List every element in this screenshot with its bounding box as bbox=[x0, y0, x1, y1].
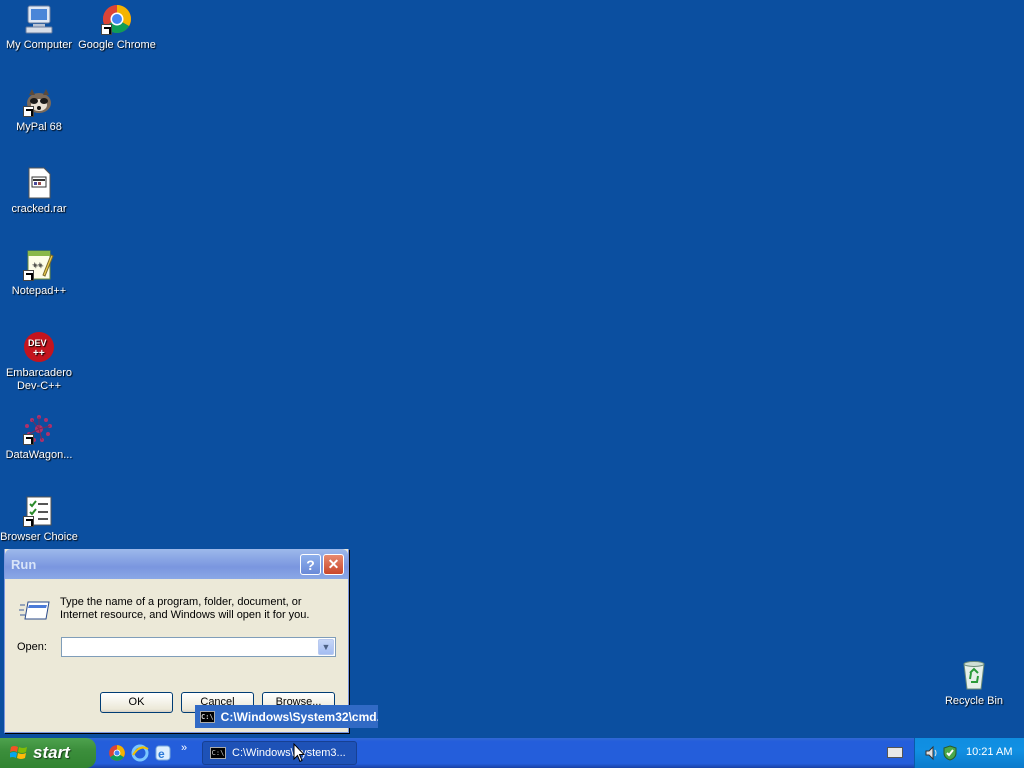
system-tray: 10:21 AM bbox=[914, 738, 1024, 768]
chevron-down-icon[interactable]: ▼ bbox=[318, 639, 334, 655]
taskbar-tooltip-text: C:\Windows\System32\cmd.exe bbox=[220, 709, 378, 724]
help-icon: ? bbox=[306, 556, 315, 573]
svg-text:e: e bbox=[158, 747, 165, 761]
desktop-icon-recycle-bin[interactable]: Recycle Bin bbox=[935, 659, 1013, 708]
run-dialog-title: Run bbox=[11, 556, 37, 572]
run-dialog-titlebar[interactable]: Run bbox=[5, 549, 348, 579]
audio-icon[interactable] bbox=[924, 745, 940, 764]
desktop-icon-mypal[interactable]: MyPal 68 bbox=[0, 85, 78, 134]
edge-icon[interactable]: e bbox=[154, 744, 172, 762]
mouse-cursor-icon bbox=[293, 742, 306, 766]
windows-logo-icon bbox=[9, 744, 28, 762]
keyboard-icon[interactable] bbox=[887, 747, 903, 758]
recycle-bin-icon bbox=[958, 659, 990, 691]
start-label: start bbox=[33, 743, 70, 762]
open-combobox[interactable]: ▼ bbox=[61, 637, 336, 657]
open-label: Open: bbox=[17, 641, 47, 653]
run-description: Type the name of a program, folder, docu… bbox=[60, 596, 310, 621]
datawagon-icon bbox=[23, 413, 55, 445]
security-shield-icon[interactable] bbox=[942, 745, 958, 764]
run-program-icon bbox=[19, 599, 51, 621]
close-icon: ✕ bbox=[327, 556, 340, 572]
desktop-icon-browser-choice[interactable]: Browser Choice bbox=[0, 495, 78, 544]
shortcut-arrow-icon bbox=[101, 24, 112, 35]
desktop-icon-label: DataWagon... bbox=[5, 449, 73, 461]
desktop-icon-cracked-rar[interactable]: cracked.rar bbox=[0, 167, 78, 216]
devcpp-icon: DEV ++ bbox=[23, 331, 55, 363]
desktop-icon-datawagon[interactable]: DataWagon... bbox=[0, 413, 78, 462]
shortcut-arrow-icon bbox=[23, 270, 34, 281]
desktop-icon-notepadpp[interactable]: ++ Notepad++ bbox=[0, 249, 78, 298]
taskbar-button-label: C:\Windows\System3... bbox=[232, 747, 346, 759]
start-button[interactable]: start bbox=[0, 738, 96, 768]
svg-text:++: ++ bbox=[33, 348, 45, 359]
desktop-icon-label: Browser Choice bbox=[0, 531, 78, 543]
taskbar: start e » C:\ C:\Windows\System3... 10:2… bbox=[0, 738, 1024, 768]
internet-explorer-icon[interactable] bbox=[131, 744, 149, 762]
svg-text:++: ++ bbox=[32, 260, 43, 270]
help-button[interactable]: ? bbox=[300, 554, 321, 575]
desktop-icon-label: cracked.rar bbox=[11, 203, 67, 215]
cmd-icon: C:\ bbox=[210, 747, 226, 759]
notepadpp-icon: ++ bbox=[23, 249, 55, 281]
shortcut-arrow-icon bbox=[23, 106, 34, 117]
desktop-icon-label: MyPal 68 bbox=[16, 121, 62, 133]
quick-launch-chevron[interactable]: » bbox=[181, 742, 187, 754]
chrome-icon bbox=[101, 3, 133, 35]
desktop-icon-my-computer[interactable]: My Computer bbox=[0, 3, 78, 52]
desktop-icon-label: My Computer bbox=[5, 39, 73, 51]
chrome-icon[interactable] bbox=[108, 744, 126, 762]
mypal-icon bbox=[23, 85, 55, 117]
clock[interactable]: 10:21 AM bbox=[966, 746, 1012, 758]
desktop-icon-label: Google Chrome bbox=[78, 39, 156, 51]
desktop-icon-label: Embarcadero Dev-C++ bbox=[5, 367, 73, 392]
computer-icon bbox=[23, 3, 55, 35]
desktop-icon-devcpp[interactable]: DEV ++ Embarcadero Dev-C++ bbox=[0, 331, 78, 393]
taskbar-button-cmd[interactable]: C:\ C:\Windows\System3... bbox=[202, 741, 357, 765]
cmd-icon: C:\ bbox=[200, 710, 215, 723]
close-button[interactable]: ✕ bbox=[323, 554, 344, 575]
desktop-icon-label: Notepad++ bbox=[11, 285, 67, 297]
checklist-icon bbox=[23, 495, 55, 527]
desktop-icon-label: Recycle Bin bbox=[944, 695, 1004, 707]
shortcut-arrow-icon bbox=[23, 434, 34, 445]
svg-text:DEV: DEV bbox=[28, 338, 47, 348]
ok-button[interactable]: OK bbox=[100, 692, 173, 713]
shortcut-arrow-icon bbox=[23, 516, 34, 527]
rar-file-icon bbox=[23, 167, 55, 199]
desktop-icon-google-chrome[interactable]: Google Chrome bbox=[78, 3, 156, 52]
taskbar-tooltip: C:\ C:\Windows\System32\cmd.exe bbox=[195, 705, 378, 728]
